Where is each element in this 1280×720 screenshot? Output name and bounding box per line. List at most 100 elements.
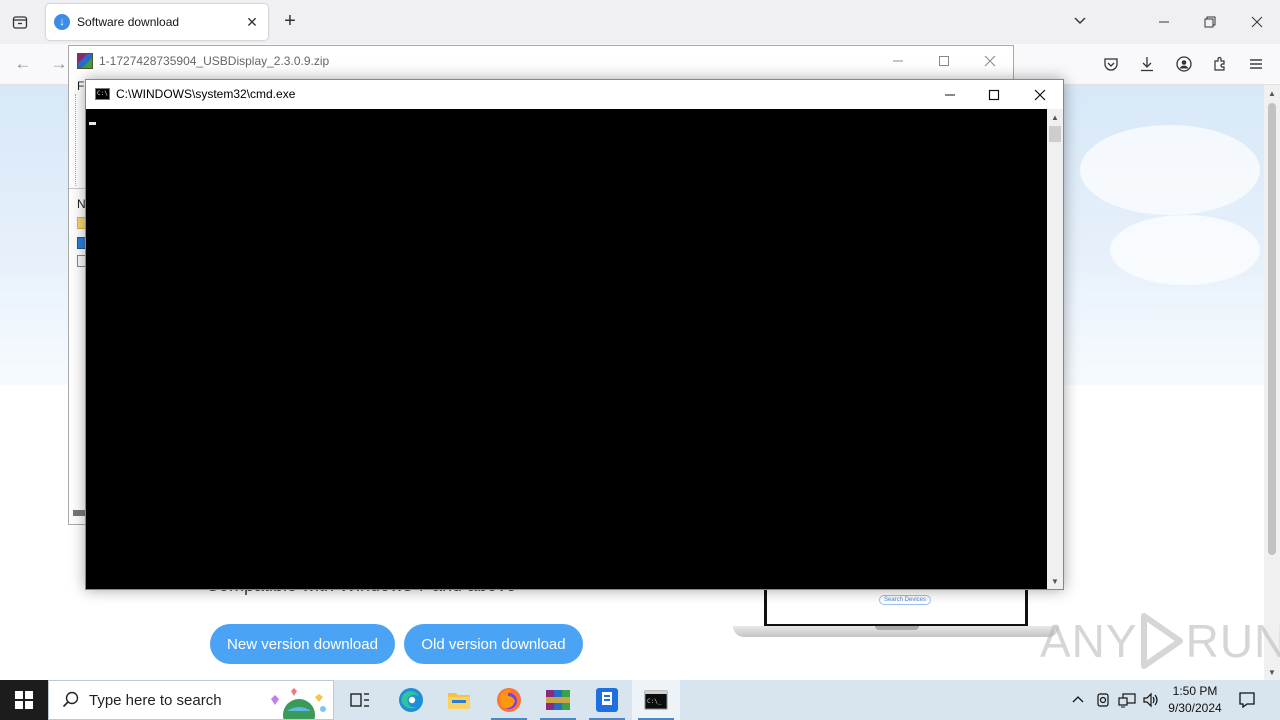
chevron-up-icon: [1072, 696, 1084, 703]
cmd-titlebar[interactable]: C:\ C:\WINDOWS\system32\cmd.exe: [86, 80, 1063, 109]
downloads-button[interactable]: [1136, 53, 1158, 75]
cmd-scroll-thumb[interactable]: [1049, 126, 1061, 142]
minimize-icon: [945, 94, 955, 96]
tab-title: Software download: [77, 15, 180, 29]
new-tab-button[interactable]: +: [280, 11, 300, 31]
taskbar-usb-display-installer[interactable]: [583, 680, 631, 720]
winrar-app-icon: [77, 53, 93, 69]
search-icon: [61, 690, 81, 710]
action-center-button[interactable]: [1236, 690, 1258, 710]
watermark-right-text: RUN: [1185, 615, 1280, 667]
restore-browser-button[interactable]: [1198, 10, 1222, 34]
taskbar-search-box[interactable]: Type here to search: [48, 680, 334, 720]
toolbar-separator: [75, 94, 76, 186]
close-icon: [984, 55, 996, 67]
page-scroll-thumb[interactable]: [1268, 103, 1276, 555]
winrar-titlebar[interactable]: 1-1727428735904_USBDisplay_2.3.0.9.zip: [69, 46, 1013, 76]
cmd-title: C:\WINDOWS\system32\cmd.exe: [116, 87, 296, 101]
network-icon: [1118, 693, 1136, 708]
restore-icon: [1204, 16, 1216, 28]
cmd-minimize-button[interactable]: [936, 83, 964, 107]
task-view-icon: [350, 693, 369, 707]
tray-volume-button[interactable]: [1141, 690, 1161, 710]
maximize-icon: [988, 89, 1000, 101]
winrar-title: 1-1727428735904_USBDisplay_2.3.0.9.zip: [99, 54, 330, 68]
extensions-button[interactable]: [1209, 53, 1231, 75]
page-scrollbar[interactable]: ▲ ▼: [1264, 85, 1280, 680]
laptop-search-label: Search Devices: [879, 595, 932, 605]
watermark-left-text: ANY: [1040, 615, 1138, 667]
winrar-minimize-button[interactable]: [887, 50, 909, 72]
taskbar-clock[interactable]: 1:50 PM 9/30/2024: [1160, 683, 1230, 717]
new-version-download-button[interactable]: New version download: [210, 624, 395, 664]
forward-button[interactable]: →: [48, 53, 70, 75]
taskbar-cmd[interactable]: C:\_: [632, 680, 680, 720]
device-icon: [1097, 693, 1109, 707]
search-highlight-art-icon: [271, 688, 326, 719]
taskbar-task-view[interactable]: [336, 680, 384, 720]
laptop-notch: [875, 626, 919, 630]
cmd-icon: C:\_: [644, 690, 668, 710]
taskbar-edge[interactable]: [387, 680, 435, 720]
minimize-icon: [1159, 21, 1169, 23]
list-all-tabs-button[interactable]: [8, 10, 32, 34]
cmd-scrollbar[interactable]: ▲ ▼: [1047, 109, 1063, 589]
status-bar-indicator: [73, 510, 85, 516]
close-browser-button[interactable]: [1245, 10, 1269, 34]
winrar-maximize-button[interactable]: [933, 50, 955, 72]
tab-software-download[interactable]: ↓ Software download ✕: [46, 4, 268, 40]
account-button[interactable]: [1173, 53, 1195, 75]
clock-date: 9/30/2024: [1168, 701, 1222, 715]
tab-overflow-chevron-icon[interactable]: [1072, 12, 1088, 31]
folder-icon: [448, 693, 470, 709]
notification-icon: [1239, 692, 1255, 709]
browser-tab-bar: ↓ Software download ✕ +: [0, 0, 1280, 44]
close-icon: [1034, 89, 1046, 101]
download-arrow-icon: [1141, 57, 1153, 72]
minimize-browser-button[interactable]: [1152, 10, 1176, 34]
console-cursor: [89, 122, 96, 125]
cmd-console-area[interactable]: [86, 109, 1047, 589]
tray-device-button[interactable]: [1093, 690, 1113, 710]
cmd-app-icon: C:\: [95, 88, 110, 100]
windows-taskbar: Type here to search C:\_ 1:50 PM 9/30/20…: [0, 680, 1280, 720]
svg-text:C:\_: C:\_: [647, 698, 662, 705]
maximize-icon: [939, 56, 949, 66]
search-placeholder: Type here to search: [89, 691, 222, 709]
cmd-window[interactable]: C:\ C:\WINDOWS\system32\cmd.exe ▲ ▼: [85, 79, 1064, 590]
old-version-download-button[interactable]: Old version download: [404, 624, 583, 664]
speaker-icon: [1143, 692, 1158, 708]
scroll-up-icon[interactable]: ▲: [1047, 110, 1063, 124]
minimize-icon: [893, 60, 903, 62]
show-hidden-icons-button[interactable]: [1068, 690, 1088, 710]
forward-arrow-icon: →: [50, 54, 68, 73]
puzzle-icon: [1214, 56, 1225, 71]
start-button[interactable]: [0, 680, 48, 720]
winrar-icon: [546, 690, 570, 710]
cloud-decoration: [1080, 125, 1260, 215]
hamburger-icon: [1250, 59, 1262, 69]
taskbar-file-explorer[interactable]: [435, 680, 483, 720]
tab-list-icon: [12, 16, 28, 29]
cloud-decoration: [1110, 215, 1260, 285]
anyrun-watermark: ANY RUN: [1040, 612, 1280, 670]
back-button[interactable]: ←: [12, 53, 34, 75]
play-logo-icon: [1140, 613, 1183, 669]
edge-icon: [399, 688, 423, 712]
pocket-button[interactable]: [1100, 53, 1122, 75]
close-icon: [1251, 16, 1263, 28]
app-menu-button[interactable]: [1245, 53, 1267, 75]
scroll-down-icon[interactable]: ▼: [1047, 574, 1063, 588]
close-tab-button[interactable]: ✕: [244, 14, 260, 30]
tray-network-button[interactable]: [1117, 690, 1137, 710]
installer-icon: [596, 688, 618, 712]
taskbar-winrar[interactable]: [534, 680, 582, 720]
taskbar-firefox[interactable]: [485, 680, 533, 720]
winrar-close-button[interactable]: [979, 50, 1001, 72]
cmd-maximize-button[interactable]: [980, 83, 1008, 107]
download-icon: ↓: [54, 14, 70, 30]
scroll-up-icon[interactable]: ▲: [1264, 86, 1280, 100]
clock-time: 1:50 PM: [1172, 684, 1218, 698]
cmd-close-button[interactable]: [1026, 83, 1054, 107]
account-icon: [1176, 56, 1192, 72]
